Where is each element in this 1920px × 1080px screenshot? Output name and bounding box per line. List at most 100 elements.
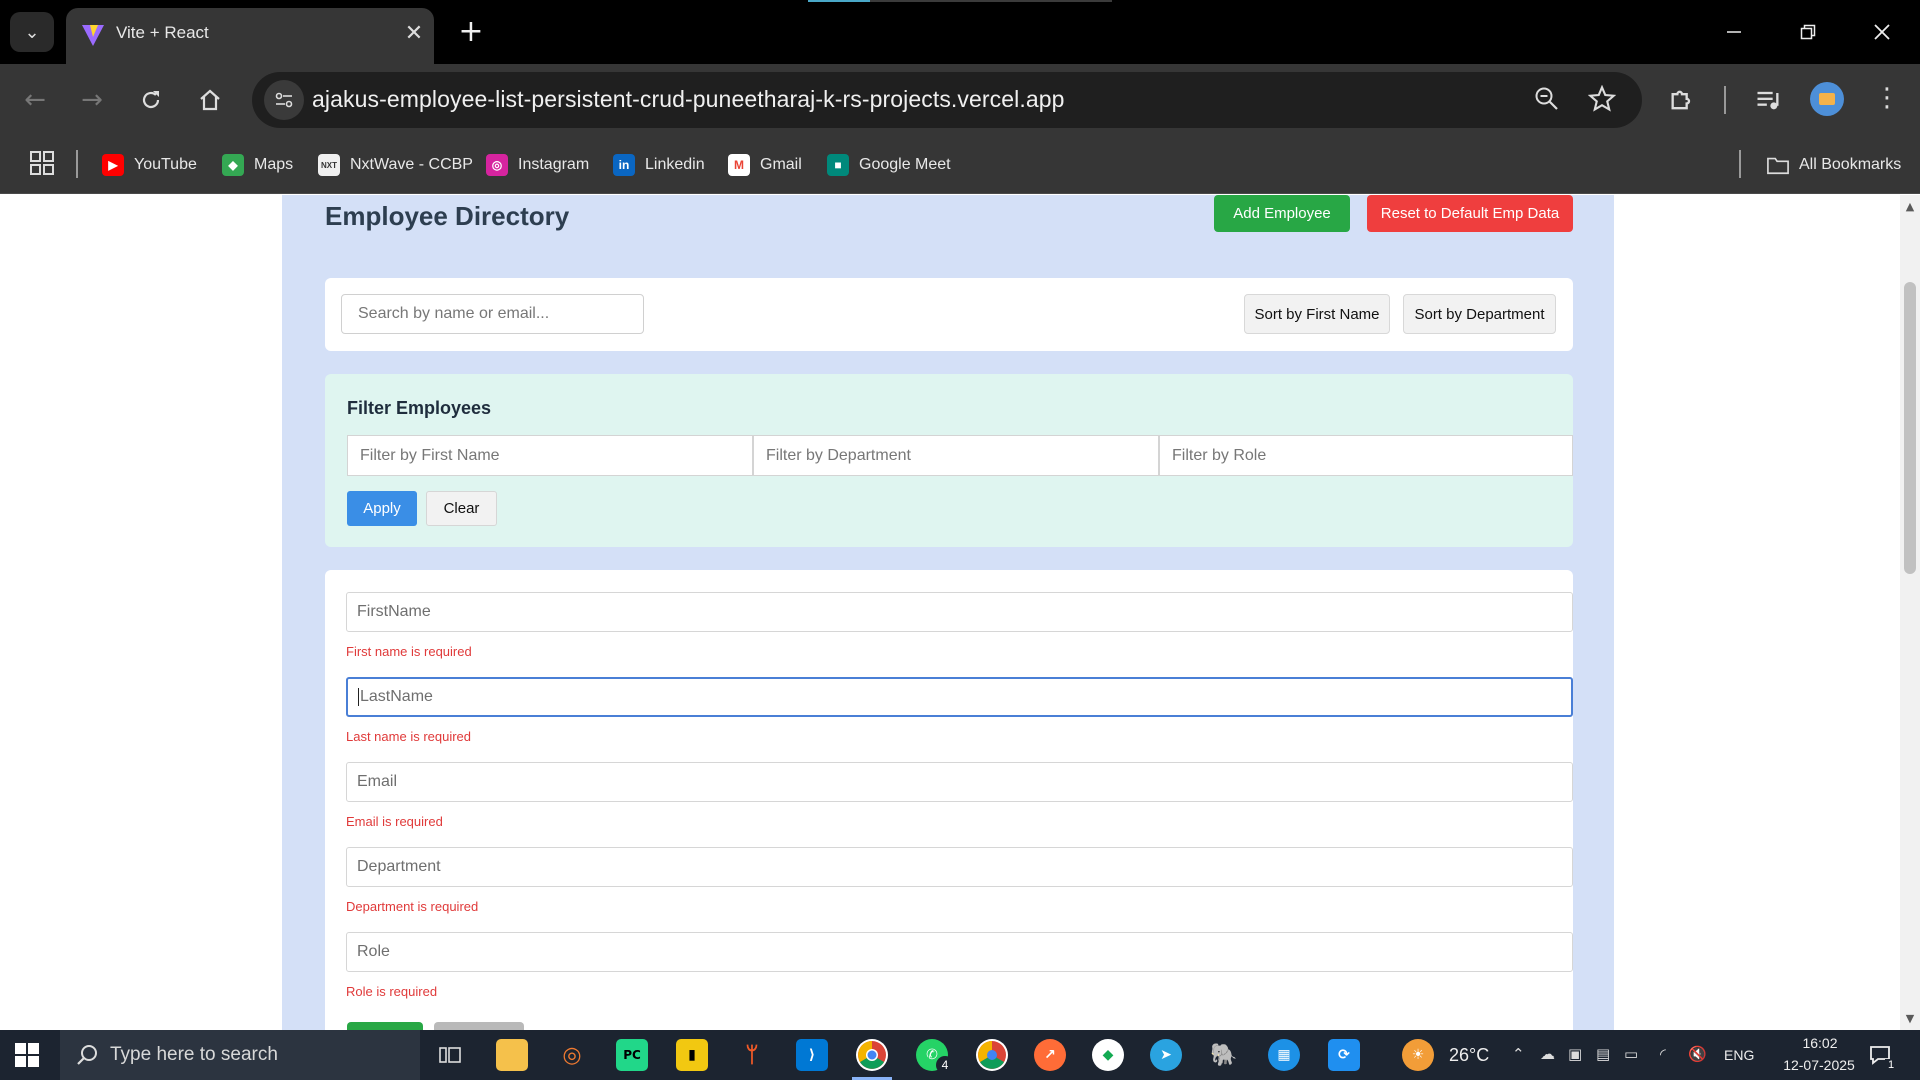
windows-start-icon[interactable] (14, 1042, 40, 1068)
speaker-muted-icon[interactable]: 🔇 (1688, 1045, 1707, 1063)
bookmarks-divider (76, 150, 78, 178)
power-bi-icon[interactable]: ▮ (676, 1039, 708, 1071)
apps-grid-icon[interactable] (29, 150, 55, 181)
weather-icon[interactable]: ☀ (1402, 1039, 1434, 1071)
bookmark-maps[interactable]: ◆ Maps (222, 152, 293, 178)
last-name-input[interactable]: LastName (346, 677, 1573, 717)
wifi-icon[interactable]: ◜ (1660, 1045, 1666, 1063)
whatsapp-badge: 4 (936, 1056, 954, 1074)
meet-now-icon[interactable]: ▤ (1596, 1045, 1610, 1063)
forward-arrow-icon[interactable]: → (72, 80, 112, 120)
reset-default-data-button[interactable]: Reset to Default Emp Data (1367, 195, 1573, 232)
search-sort-card: Search by name or email... Sort by First… (325, 278, 1573, 351)
last-name-placeholder: LastName (360, 688, 433, 705)
first-name-error: First name is required (346, 644, 472, 659)
battery-icon[interactable]: ▭ (1624, 1045, 1638, 1063)
media-queue-icon[interactable] (1754, 86, 1782, 119)
page-title: Employee Directory (325, 201, 570, 231)
role-error: Role is required (346, 984, 438, 999)
clock-date[interactable]: 12-07-2025 (1774, 1057, 1864, 1073)
page-viewport: Employee Directory Add Employee Reset to… (0, 195, 1900, 1030)
onedrive-cloud-icon[interactable]: ☁ (1540, 1045, 1555, 1063)
vite-favicon-icon (82, 25, 104, 46)
department-input[interactable]: Department (346, 847, 1573, 887)
bookmark-nxtwave[interactable]: NXT NxtWave - CCBP (318, 152, 473, 178)
bookmark-label: Maps (254, 156, 294, 173)
role-input[interactable]: Role (346, 932, 1573, 972)
docker-icon[interactable]: ▦ (1268, 1039, 1300, 1071)
chrome-profile-icon[interactable] (976, 1039, 1008, 1071)
sort-by-first-name-button[interactable]: Sort by First Name (1244, 294, 1390, 334)
submit-button[interactable] (347, 1022, 423, 1030)
all-bookmarks-button[interactable]: All Bookmarks (1767, 152, 1901, 178)
jupyter-icon[interactable]: ◎ (556, 1039, 588, 1071)
bookmark-google-meet[interactable]: ■ Google Meet (827, 152, 951, 178)
taskbar-search-box[interactable]: Type here to search (60, 1030, 420, 1080)
apply-filter-button[interactable]: Apply (347, 491, 417, 526)
back-arrow-icon[interactable]: ← (15, 80, 55, 120)
mongodb-compass-icon[interactable]: ◆ (1092, 1039, 1124, 1071)
new-tab-plus-icon[interactable]: + (452, 12, 490, 50)
browser-tab-strip: ⌄ Vite + React ✕ + (0, 0, 1920, 64)
taskbar-search-placeholder: Type here to search (110, 1044, 278, 1065)
remote-desktop-icon[interactable]: ⟳ (1328, 1039, 1360, 1071)
filter-role-input[interactable]: Filter by Role (1159, 435, 1573, 476)
extensions-puzzle-icon[interactable] (1668, 86, 1696, 119)
bookmark-label: NxtWave - CCBP (350, 156, 473, 173)
gmail-icon: M (728, 154, 750, 176)
postgresql-icon[interactable]: 🐘 (1208, 1039, 1240, 1071)
bookmark-gmail[interactable]: M Gmail (728, 152, 802, 178)
cancel-button[interactable] (434, 1022, 524, 1030)
minimize-icon[interactable] (1714, 14, 1754, 50)
home-icon[interactable] (190, 80, 230, 120)
add-employee-button[interactable]: Add Employee (1214, 195, 1350, 232)
vscode-icon[interactable]: ⟩ (796, 1039, 828, 1071)
windows-taskbar: Type here to search ◎ PC ▮ ᛘ ⟩ ✆ 4 ↗ ◆ ➤… (0, 1030, 1920, 1080)
bookmark-youtube[interactable]: ▶ YouTube (102, 152, 197, 178)
bookmark-star-icon[interactable] (1587, 84, 1617, 118)
filter-department-input[interactable]: Filter by Department (753, 435, 1159, 476)
close-window-icon[interactable] (1862, 14, 1902, 50)
postman-icon[interactable]: ↗ (1034, 1039, 1066, 1071)
notification-count: 1 (1885, 1059, 1897, 1071)
site-info-tune-icon[interactable] (264, 80, 304, 120)
pycharm-icon[interactable]: PC (616, 1039, 648, 1071)
bookmark-linkedin[interactable]: in Linkedin (613, 152, 705, 178)
bookmarks-divider (1739, 150, 1741, 178)
usb-device-icon[interactable]: ▣ (1568, 1045, 1582, 1063)
tab-search-chevron-icon[interactable]: ⌄ (10, 12, 54, 52)
email-input[interactable]: Email (346, 762, 1573, 802)
maps-icon: ◆ (222, 154, 244, 176)
task-view-icon[interactable] (434, 1039, 466, 1071)
browser-menu-kebab-icon[interactable]: ⋮ (1874, 82, 1900, 114)
reload-icon[interactable] (131, 80, 171, 120)
clock-time[interactable]: 16:02 (1790, 1035, 1850, 1051)
scrollbar-thumb[interactable] (1904, 282, 1916, 574)
bookmark-instagram[interactable]: ◎ Instagram (486, 152, 589, 178)
filter-first-name-input[interactable]: Filter by First Name (347, 435, 753, 476)
zoom-magnifier-icon[interactable] (1534, 86, 1560, 117)
scroll-down-arrow-icon[interactable]: ▼ (1903, 1011, 1917, 1025)
clear-filter-button[interactable]: Clear (426, 491, 497, 526)
browser-tab-active[interactable]: Vite + React ✕ (66, 8, 434, 64)
bookmark-label: Google Meet (859, 156, 951, 173)
file-explorer-icon[interactable] (496, 1039, 528, 1071)
tab-close-icon[interactable]: ✕ (400, 19, 428, 47)
text-caret (358, 688, 359, 706)
bookmark-label: Instagram (518, 156, 590, 173)
first-name-input[interactable]: FirstName (346, 592, 1573, 632)
sort-by-department-button[interactable]: Sort by Department (1403, 294, 1556, 334)
language-indicator[interactable]: ENG (1724, 1047, 1754, 1063)
git-tool-icon[interactable]: ᛘ (736, 1039, 768, 1071)
profile-avatar[interactable] (1810, 82, 1844, 116)
show-hidden-icons-chevron-icon[interactable]: ⌃ (1512, 1045, 1525, 1063)
address-bar[interactable]: ajakus-employee-list-persistent-crud-pun… (252, 72, 1642, 128)
scroll-up-arrow-icon[interactable]: ▲ (1903, 199, 1917, 213)
tab-title: Vite + React (116, 23, 209, 42)
linkedin-icon: in (613, 154, 635, 176)
chrome-icon[interactable] (856, 1039, 888, 1071)
search-input[interactable]: Search by name or email... (341, 294, 644, 334)
restore-icon[interactable] (1788, 14, 1828, 50)
telegram-icon[interactable]: ➤ (1150, 1039, 1182, 1071)
nxtwave-icon: NXT (318, 154, 340, 176)
